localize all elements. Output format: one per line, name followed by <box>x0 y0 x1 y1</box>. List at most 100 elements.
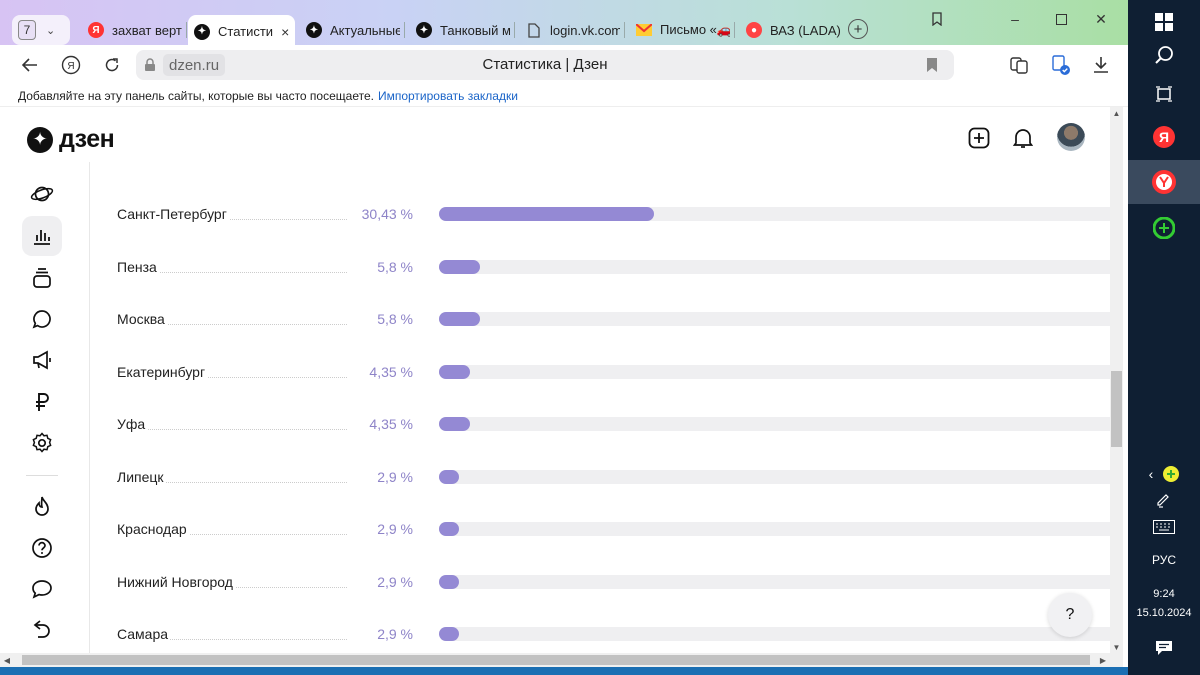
percent-bar-track <box>439 627 1110 641</box>
address-row: Я dzen.ru Статистика | Дзен <box>0 45 1128 85</box>
browser-window: 7 ⌄ Я захват верт ✦ Статисти × ✦ Актуаль… <box>0 0 1128 675</box>
clock-time[interactable]: 9:24 <box>1128 588 1200 600</box>
tab-label: Статисти <box>218 24 274 39</box>
search-icon[interactable] <box>1128 33 1200 77</box>
percent-bar-track <box>439 470 1110 484</box>
city-percent: 30,43 % <box>347 206 413 222</box>
tab-5[interactable]: Письмо «🚗 <box>630 15 730 45</box>
collections-icon[interactable] <box>1008 54 1030 76</box>
city-percent: 4,35 % <box>347 416 413 432</box>
percent-bar-track <box>439 522 1110 536</box>
tab-6[interactable]: ● ВАЗ (LADA) <box>740 15 840 45</box>
language-indicator[interactable]: РУС <box>1128 553 1200 567</box>
bookmark-icon[interactable] <box>926 57 938 73</box>
city-name: Пенза <box>117 259 159 275</box>
extension-icon[interactable] <box>1050 54 1072 76</box>
bookmarks-bar: Добавляйте на эту панель сайты, которые … <box>0 85 1128 107</box>
tab-1-active[interactable]: ✦ Статисти × <box>188 15 295 48</box>
city-name: Краснодар <box>117 521 189 537</box>
yandex-browser-icon[interactable] <box>1128 160 1200 204</box>
tab-strip: 7 ⌄ Я захват верт ✦ Статисти × ✦ Актуаль… <box>0 0 1128 48</box>
maximize-button[interactable] <box>1046 10 1076 28</box>
city-percent: 5,8 % <box>347 311 413 327</box>
percent-bar-fill <box>439 260 480 274</box>
percent-bar-fill <box>439 627 459 641</box>
stat-row: Уфа 4,35 % <box>117 409 1110 439</box>
city-name: Москва <box>117 311 167 327</box>
stat-row: Самара 2,9 % <box>117 619 1110 649</box>
tab-label: захват верт <box>112 22 182 38</box>
close-window-button[interactable]: ✕ <box>1086 10 1116 28</box>
tab-counter-button[interactable]: 7 ⌄ <box>12 15 70 45</box>
windows-taskbar: Я ‹ РУС 9:24 15.10.2024 <box>1128 0 1200 675</box>
dzen-icon: ✦ <box>416 22 432 38</box>
clock-date[interactable]: 15.10.2024 <box>1128 607 1200 619</box>
stat-row: Краснодар 2,9 % <box>117 514 1110 544</box>
percent-bar-fill <box>439 470 459 484</box>
percent-bar-fill <box>439 312 480 326</box>
help-button[interactable]: ? <box>1048 593 1092 637</box>
percent-bar-track <box>439 207 1110 221</box>
percent-bar-fill <box>439 522 459 536</box>
scroll-down-arrow-icon[interactable]: ▼ <box>1110 641 1123 653</box>
collections-icon[interactable] <box>922 10 952 28</box>
horizontal-scrollbar[interactable]: ◀ ▶ <box>0 653 1123 667</box>
percent-bar-fill <box>439 417 470 431</box>
bookmarks-prompt: Добавляйте на эту панель сайты, которые … <box>18 88 374 103</box>
city-name: Уфа <box>117 416 148 432</box>
city-percent: 5,8 % <box>347 259 413 275</box>
notifications-icon[interactable] <box>1128 626 1200 670</box>
tab-0[interactable]: Я захват верт <box>82 15 182 45</box>
dzen-icon: ✦ <box>306 22 322 38</box>
city-name: Санкт-Петербург <box>117 206 229 222</box>
percent-bar-fill <box>439 207 654 221</box>
percent-bar-track <box>439 417 1110 431</box>
tab-4[interactable]: login.vk.com <box>520 15 620 45</box>
stat-row: Нижний Новгород 2,9 % <box>117 567 1110 597</box>
tab-label: Актуальные <box>330 22 400 38</box>
percent-bar-track <box>439 312 1110 326</box>
tab-3[interactable]: ✦ Танковый м <box>410 15 510 45</box>
task-view-icon[interactable] <box>1128 72 1200 116</box>
back-button[interactable] <box>18 53 42 77</box>
tab-label: Письмо «🚗 <box>660 22 730 37</box>
tab-count: 7 <box>18 20 36 40</box>
download-icon[interactable] <box>1090 54 1112 76</box>
document-icon <box>526 22 542 38</box>
vertical-scrollbar[interactable]: ▲ ▼ <box>1110 107 1123 653</box>
stat-row: Пенза 5,8 % <box>117 252 1110 282</box>
yandex-home-button[interactable]: Я <box>59 53 83 77</box>
import-bookmarks-link[interactable]: Импортировать закладки <box>378 89 518 103</box>
percent-bar-fill <box>439 365 470 379</box>
tab-2[interactable]: ✦ Актуальные <box>300 15 400 45</box>
percent-bar-track <box>439 260 1110 274</box>
scroll-left-arrow-icon[interactable]: ◀ <box>0 653 14 667</box>
percent-bar-fill <box>439 575 459 589</box>
record-icon: ● <box>746 22 762 38</box>
city-percent: 2,9 % <box>347 626 413 642</box>
city-name: Екатеринбург <box>117 364 208 380</box>
stat-row: Санкт-Петербург 30,43 % <box>117 199 1110 229</box>
scroll-right-arrow-icon[interactable]: ▶ <box>1096 653 1110 667</box>
svg-text:Я: Я <box>1159 129 1169 145</box>
stat-row: Липецк 2,9 % <box>117 462 1110 492</box>
scroll-up-arrow-icon[interactable]: ▲ <box>1110 107 1123 119</box>
city-percent: 4,35 % <box>347 364 413 380</box>
geography-stats-list: Санкт-Петербург 30,43 % Пенза 5,8 % Москва 5,… <box>0 107 1110 653</box>
new-tab-button[interactable]: + <box>848 19 868 39</box>
city-name: Нижний Новгород <box>117 574 235 590</box>
reload-button[interactable] <box>100 53 124 77</box>
vertical-scroll-thumb[interactable] <box>1111 371 1122 447</box>
yandex-app-icon[interactable]: Я <box>1128 115 1200 159</box>
horizontal-scroll-thumb[interactable] <box>22 655 1090 665</box>
app-green-icon[interactable] <box>1128 206 1200 250</box>
stat-row: Екатеринбург 4,35 % <box>117 357 1110 387</box>
keyboard-icon[interactable] <box>1128 507 1200 547</box>
tab-label: ВАЗ (LADA) <box>770 22 840 38</box>
close-icon[interactable]: × <box>281 24 289 40</box>
minimize-button[interactable]: – <box>1000 10 1030 28</box>
percent-bar-track <box>439 575 1110 589</box>
dzen-icon: ✦ <box>194 23 210 40</box>
address-bar[interactable]: dzen.ru Статистика | Дзен <box>136 50 954 80</box>
city-name: Липецк <box>117 469 166 485</box>
